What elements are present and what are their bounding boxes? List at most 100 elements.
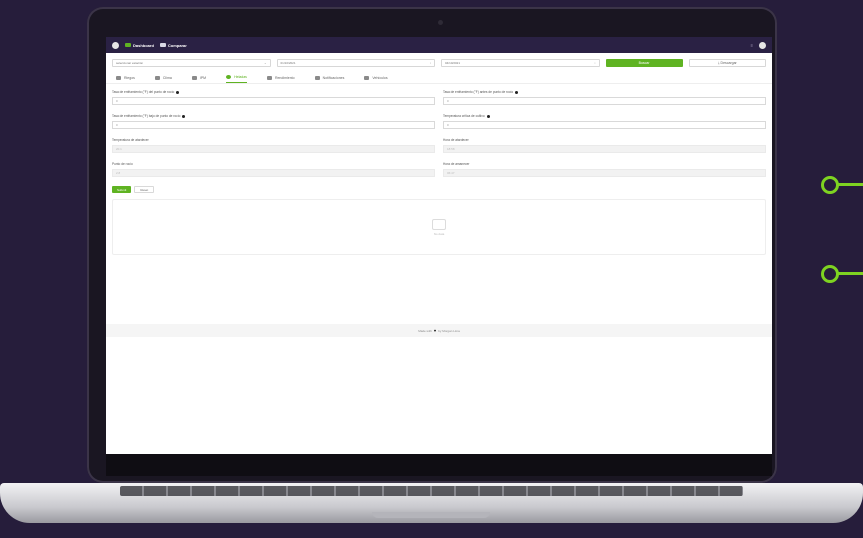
tab-rendimiento[interactable]: Rendimiento [266,75,295,83]
tab-ipm[interactable]: IPM [191,75,207,83]
compare-icon [159,43,166,47]
field-label: Hora de atardecer [443,138,766,142]
tab-heladas[interactable]: Heladas [226,75,247,83]
critical-crop-temperature-input[interactable]: 0 [443,121,766,129]
form-group: Tasa de enfriamiento (°F) bajo de punto … [112,114,435,129]
sunset-temperature-field: 20.1 [112,145,435,153]
cooling-rate-dewpoint-input[interactable]: 0 [112,97,435,105]
field-label-text: Tasa de enfriamiento (°F) del punto de r… [112,90,175,94]
field-label-text: Hora de amanecer [443,162,470,166]
date-to-input[interactable]: 04/10/2021 ▫ [441,59,600,67]
tab-label: Vehículos [372,75,388,80]
heart-icon: ♥ [433,328,437,333]
reset-button[interactable]: Reset [134,186,155,193]
field-label-text: Temperatura de atardecer [112,138,149,142]
tab-label: Riegos [124,75,135,80]
field-label-text: Tasa de enfriamiento (°F) antes de punto… [443,90,514,94]
submit-button[interactable]: Submit [112,186,132,193]
field-value: 0 [116,99,118,103]
menu-icon[interactable]: ≡ [751,43,753,48]
field-label: Hora de amanecer [443,162,766,166]
field-label-text: Hora de atardecer [443,138,469,142]
field-label: Tasa de enfriamiento (°F) del punto de r… [112,90,435,94]
nav-compare-label: Comparar [167,42,187,48]
tab-label: IPM [199,75,207,80]
info-icon[interactable] [486,114,490,118]
download-button[interactable]: ⤓ Descargar [688,59,766,67]
nav-compare[interactable]: Comparar [159,42,187,48]
top-navbar: Dashboard Comparar ≡ [106,37,772,53]
field-value: 0 [447,123,449,127]
tab-riegos[interactable]: Riegos [116,75,135,83]
tab-label: Notificaciones [322,75,345,80]
form-group: Tasa de enfriamiento (°F) antes de punto… [443,90,766,105]
tab-notificaciones[interactable]: Notificaciones [314,75,345,83]
field-value: 06:47 [447,171,455,175]
camera-icon [438,20,443,25]
avatar[interactable] [759,41,766,49]
field-label-text: Temperatura crítica de cultivo [443,114,485,118]
form-column-left: Tasa de enfriamiento (°F) del punto de r… [112,90,435,186]
empty-state: No data [112,199,766,255]
field-value: 20.1 [116,147,122,151]
logo-icon [112,41,119,49]
field-value: 0 [447,99,449,103]
info-icon[interactable] [176,90,180,94]
cooling-rate-before-dewpoint-input[interactable]: 0 [443,97,766,105]
sunset-time-field: 18:58 [443,145,766,153]
keyboard-edge [120,486,743,496]
chevron-down-icon: ⌄ [263,61,267,65]
info-icon[interactable] [182,114,186,118]
date-from-value: 01/10/2021 [280,61,296,65]
empty-state-text: No data [433,231,445,236]
tab-label: Rendimiento [274,75,295,80]
date-to-value: 04/10/2021 [445,61,461,65]
field-value: 18:58 [447,147,455,151]
download-button-label: Descargar [720,61,737,65]
field-value: 0 [116,123,118,127]
nav-dashboard-label: Dashboard [133,42,154,48]
station-select[interactable]: seleccionar estación ⌄ [112,59,271,67]
search-button-label: Buscar [638,61,650,65]
field-label: Temperatura crítica de cultivo [443,114,766,118]
bug-icon [191,75,197,80]
field-label: Tasa de enfriamiento (°F) antes de punto… [443,90,766,94]
form-group: Tasa de enfriamiento (°F) del punto de r… [112,90,435,105]
search-button[interactable]: Buscar [605,59,683,67]
sunrise-time-field: 06:47 [443,169,766,177]
water-icon [116,75,121,80]
form-group: Temperatura crítica de cultivo 0 [443,114,766,129]
form-group: Punto de rocío 2.8 [112,162,435,177]
date-from-input[interactable]: 01/10/2021 ▫ [276,59,435,67]
tab-vehiculos[interactable]: Vehículos [364,75,388,83]
tab-clima[interactable]: Clima [154,75,172,83]
calendar-icon: ▫ [429,61,431,65]
decorative-line [836,272,863,275]
tab-label: Clima [162,75,172,80]
field-label: Tasa de enfriamiento (°F) bajo de punto … [112,114,435,118]
cooling-rate-below-dewpoint-input[interactable]: 0 [112,121,435,129]
line-chart-icon [266,75,272,80]
form-group: Temperatura de atardecer 20.1 [112,138,435,153]
footer-text-right: by Morgan Lima [438,328,460,333]
inbox-icon [432,218,446,230]
dewpoint-field: 2.8 [112,169,435,177]
reset-button-label: Reset [140,187,149,192]
form-group: Hora de atardecer 18:58 [443,138,766,153]
field-label-text: Punto de rocío [112,162,133,166]
info-icon[interactable] [515,90,519,94]
tab-label: Heladas [234,75,247,79]
decorative-line [836,183,863,186]
cloud-icon [125,43,131,47]
form-actions: Submit Reset [106,186,772,193]
filters-row: seleccionar estación ⌄ 01/10/2021 ▫ 04/1… [106,53,772,67]
calendar-icon: ▫ [594,61,596,65]
field-label-text: Tasa de enfriamiento (°F) bajo de punto … [112,114,181,118]
screen-bezel [106,454,772,476]
form-group: Hora de amanecer 06:47 [443,162,766,177]
field-value: 2.8 [116,171,121,175]
frost-form: Tasa de enfriamiento (°F) del punto de r… [106,84,772,186]
globe-icon [364,75,370,80]
footer-text-left: Made with [418,328,432,333]
nav-dashboard[interactable]: Dashboard [125,43,154,48]
